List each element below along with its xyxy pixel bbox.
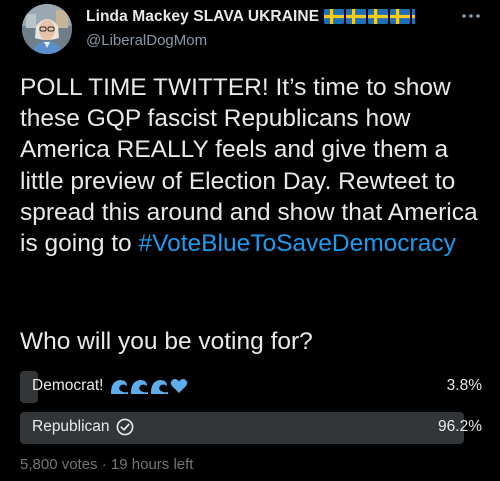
tweet: Linda Mackey SLAVA UKRAINE @LiberalDogMo… <box>0 0 500 481</box>
emoji-group <box>110 378 188 395</box>
poll-option-percent: 96.2% <box>438 418 482 435</box>
check-circle-icon <box>116 418 133 436</box>
water-wave-icon <box>130 379 148 394</box>
poll-vote-count: 5,800 votes <box>20 456 98 473</box>
sweden-flag-icon <box>390 9 410 24</box>
poll-meta: 5,800 votes · 19 hours left <box>20 456 193 473</box>
poll-option-republican[interactable]: Republican 96.2% <box>20 412 482 444</box>
poll-option-text: Democrat! <box>32 377 104 394</box>
avatar[interactable] <box>22 4 72 54</box>
flag-emoji-group <box>324 9 415 24</box>
sweden-flag-icon <box>324 9 344 24</box>
poll-option-democrat[interactable]: Democrat! 3.8% <box>20 371 482 403</box>
poll-option-text: Republican <box>32 418 110 435</box>
sweden-flag-icon <box>368 9 388 24</box>
blue-heart-icon <box>170 379 187 393</box>
hashtag-link[interactable]: #VoteBlueToSaveDemocracy <box>139 230 456 257</box>
tweet-text: POLL TIME TWITTER! It’s time to show the… <box>20 72 490 259</box>
poll-option-label: Republican <box>32 418 134 436</box>
author-handle[interactable]: @LiberalDogMom <box>86 32 207 49</box>
poll-option-label: Democrat! <box>32 377 188 395</box>
sweden-flag-icon <box>346 9 366 24</box>
water-wave-icon <box>110 379 128 394</box>
poll-option-percent: 3.8% <box>446 377 482 394</box>
author-name[interactable]: Linda Mackey SLAVA UKRAINE <box>86 8 319 26</box>
avatar-photo <box>22 4 72 54</box>
more-horizontal-icon[interactable] <box>460 8 482 24</box>
poll-question: Who will you be voting for? <box>20 328 313 355</box>
water-wave-icon <box>150 379 168 394</box>
sweden-flag-icon <box>412 9 415 24</box>
poll-meta-separator: · <box>101 456 107 473</box>
poll-time-left: 19 hours left <box>110 456 194 473</box>
